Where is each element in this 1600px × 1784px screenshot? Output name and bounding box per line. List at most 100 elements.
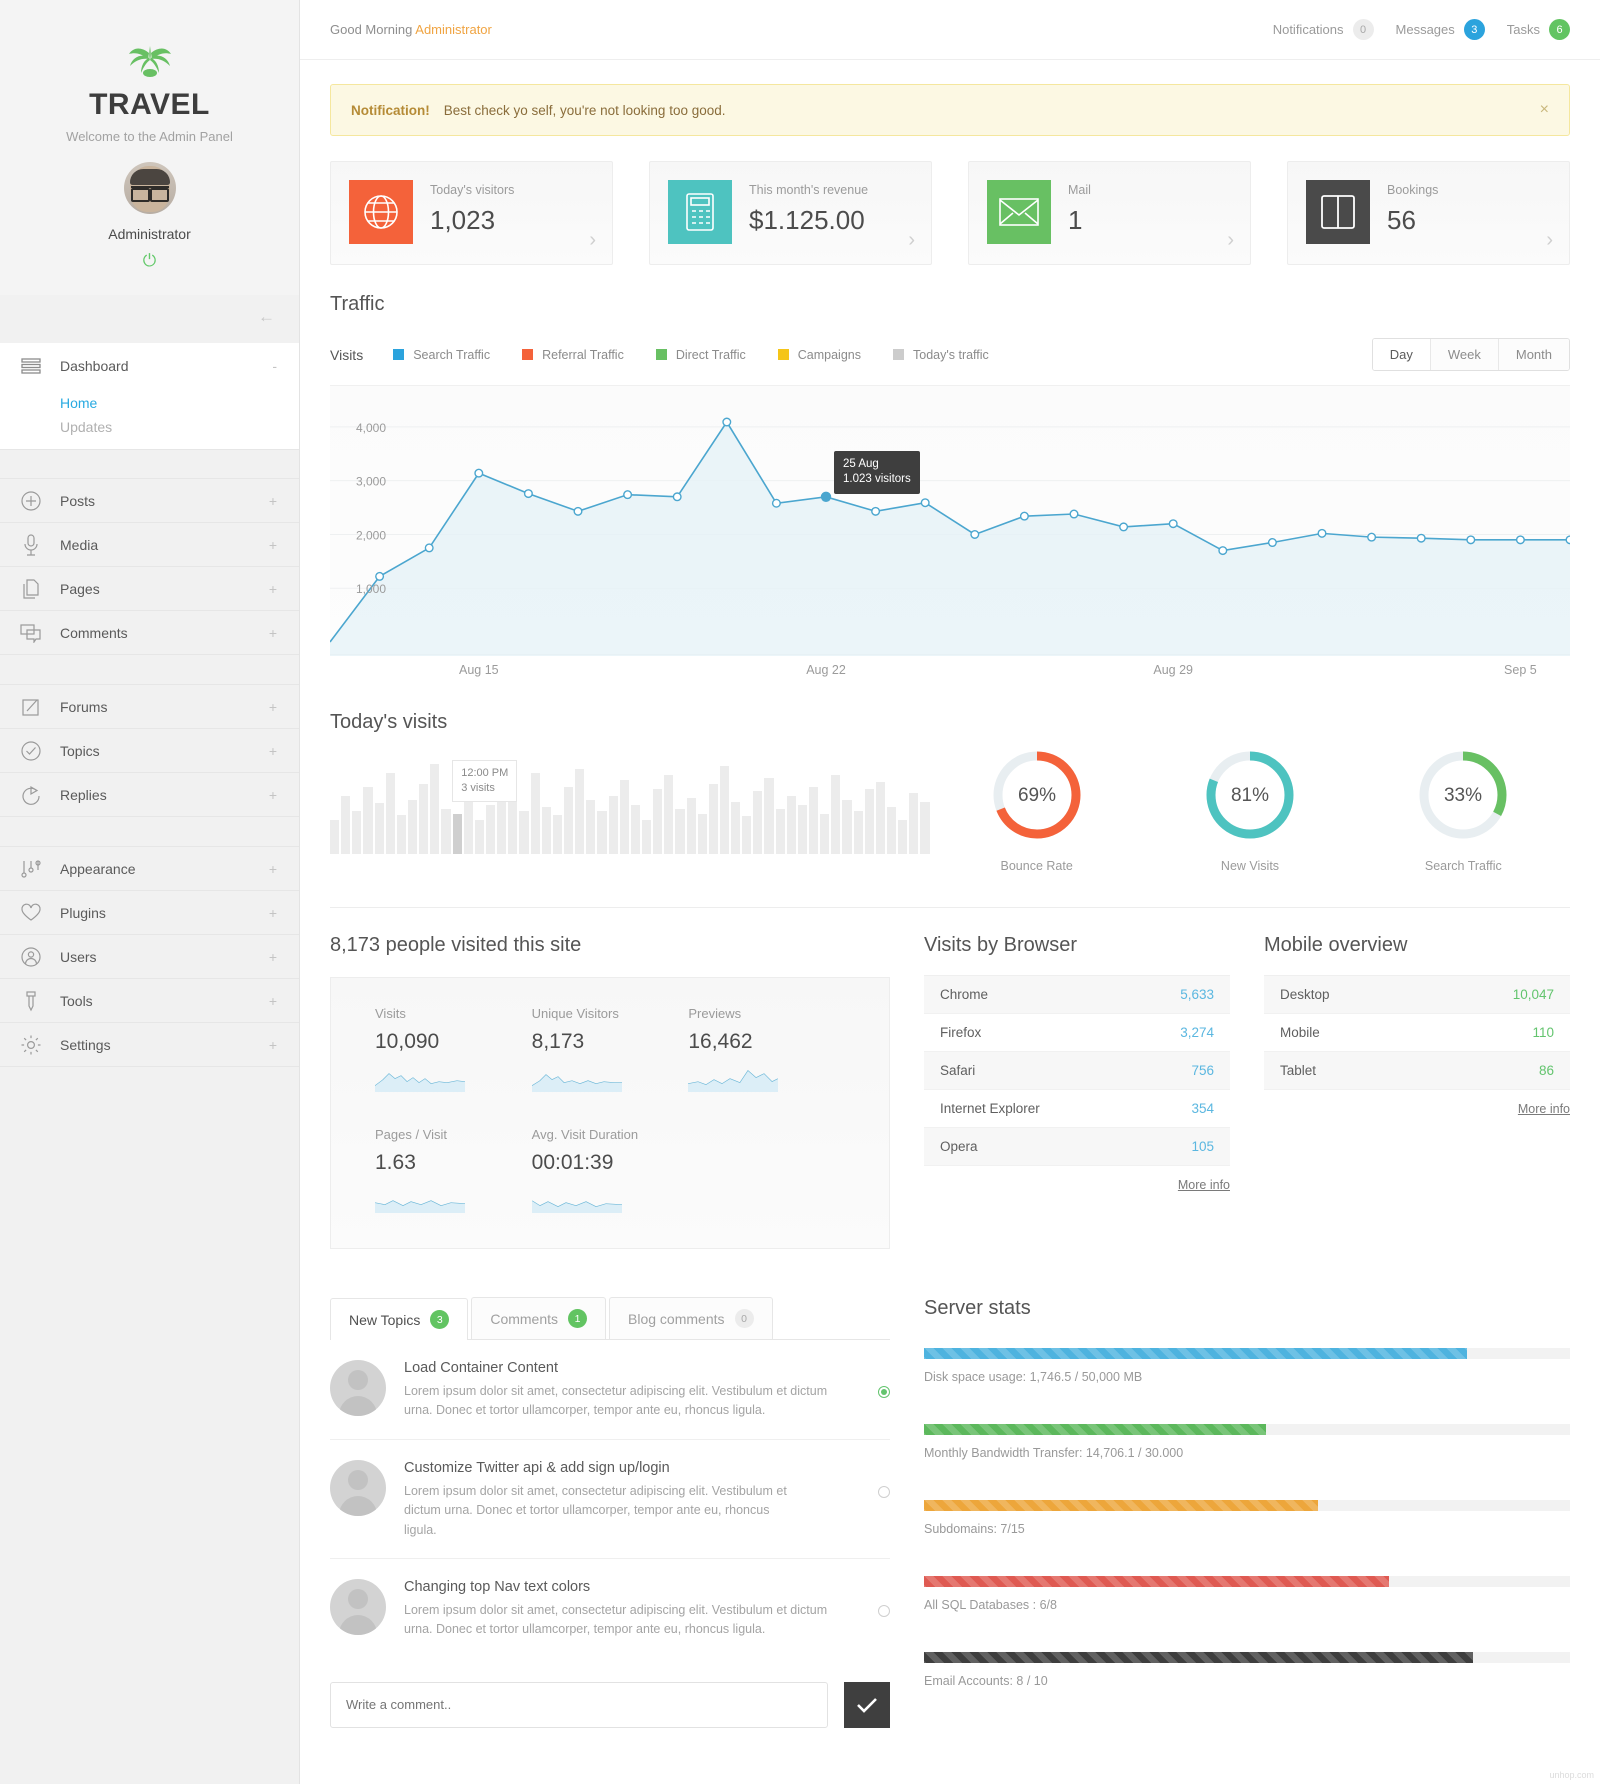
- visit-bar[interactable]: [530, 773, 540, 854]
- sidebar-subitem-home[interactable]: Home: [60, 391, 299, 415]
- visit-bar[interactable]: [619, 779, 629, 854]
- visit-bar[interactable]: [341, 795, 351, 854]
- browsers-more-info-link[interactable]: More info: [924, 1166, 1230, 1192]
- visit-bar[interactable]: [708, 784, 718, 854]
- expand-toggle[interactable]: +: [269, 787, 277, 803]
- expand-toggle[interactable]: +: [269, 537, 277, 553]
- sidebar-item-replies[interactable]: Replies +: [0, 773, 299, 817]
- visit-bar[interactable]: [586, 800, 596, 854]
- list-item[interactable]: Changing top Nav text colors Lorem ipsum…: [330, 1559, 890, 1658]
- tasks-button[interactable]: Tasks 6: [1507, 19, 1570, 40]
- visit-bar[interactable]: [831, 775, 841, 854]
- tab-new-topics[interactable]: New Topics 3: [330, 1298, 469, 1340]
- visit-bar[interactable]: [920, 802, 930, 854]
- visit-bar[interactable]: [898, 820, 908, 854]
- expand-toggle[interactable]: +: [269, 905, 277, 921]
- visit-bar[interactable]: [563, 786, 574, 854]
- sidebar-item-plugins[interactable]: Plugins +: [0, 891, 299, 935]
- expand-toggle[interactable]: +: [269, 993, 277, 1009]
- expand-toggle[interactable]: +: [269, 949, 277, 965]
- notifications-button[interactable]: Notifications 0: [1273, 19, 1374, 40]
- messages-button[interactable]: Messages 3: [1396, 19, 1485, 40]
- visit-bar[interactable]: [519, 811, 529, 854]
- visit-bar[interactable]: [363, 786, 373, 854]
- close-icon[interactable]: ×: [1540, 101, 1549, 119]
- legend-item-campaigns[interactable]: Campaigns: [777, 348, 861, 362]
- visit-bar[interactable]: [664, 775, 674, 854]
- visit-bar[interactable]: [653, 788, 663, 854]
- sidebar-item-appearance[interactable]: Appearance +: [0, 847, 299, 891]
- chevron-right-icon[interactable]: ›: [908, 229, 915, 252]
- list-item[interactable]: Load Container Content Lorem ipsum dolor…: [330, 1340, 890, 1440]
- stat-card-revenue[interactable]: This month's revenue $1.125.00 ›: [649, 161, 932, 265]
- expand-toggle[interactable]: +: [269, 743, 277, 759]
- visit-bar[interactable]: [608, 795, 618, 854]
- table-row[interactable]: Chrome 5,633: [924, 976, 1230, 1014]
- chevron-right-icon[interactable]: ›: [589, 229, 596, 252]
- visit-bar[interactable]: [675, 809, 685, 854]
- visit-bar[interactable]: [887, 806, 897, 854]
- sidebar-item-dashboard[interactable]: Dashboard -: [0, 343, 299, 389]
- table-row[interactable]: Desktop 10,047: [1264, 976, 1570, 1014]
- range-week[interactable]: Week: [1430, 339, 1499, 370]
- expand-toggle[interactable]: +: [269, 625, 277, 641]
- sidebar-item-media[interactable]: Media +: [0, 523, 299, 567]
- legend-item-todays-traffic[interactable]: Today's traffic: [893, 348, 989, 362]
- visit-bar[interactable]: [552, 814, 562, 854]
- sidebar-subitem-updates[interactable]: Updates: [60, 415, 299, 439]
- traffic-chart[interactable]: 1,000 2,000 3,000 4,000 25 Aug 1.023 visito…: [329, 385, 1570, 656]
- expand-toggle[interactable]: +: [269, 699, 277, 715]
- list-item[interactable]: Customize Twitter api & add sign up/logi…: [330, 1440, 890, 1559]
- power-icon[interactable]: ⏻: [0, 252, 299, 269]
- visit-bar[interactable]: [441, 809, 451, 854]
- visit-bar[interactable]: [809, 786, 819, 854]
- collapse-toggle[interactable]: -: [272, 358, 277, 374]
- visit-bar[interactable]: [508, 797, 518, 854]
- visit-bar[interactable]: [719, 766, 730, 854]
- tab-blog-comments[interactable]: Blog comments 0: [609, 1297, 773, 1339]
- sidebar-item-tools[interactable]: Tools +: [0, 979, 299, 1023]
- visit-bar[interactable]: [742, 815, 752, 854]
- table-row[interactable]: Safari 756: [924, 1052, 1230, 1090]
- sidebar-item-forums[interactable]: Forums +: [0, 685, 299, 729]
- visit-bar[interactable]: [407, 800, 418, 854]
- visit-bar[interactable]: [352, 811, 362, 854]
- visit-bar[interactable]: [775, 809, 785, 854]
- visit-bar[interactable]: [630, 804, 640, 854]
- visit-bar[interactable]: [909, 793, 919, 854]
- topic-radio[interactable]: [878, 1386, 890, 1398]
- tab-comments[interactable]: Comments 1: [471, 1297, 607, 1339]
- todays-visits-bar-chart[interactable]: 12:00 PM 3 visits: [330, 760, 930, 854]
- sidebar-item-topics[interactable]: Topics +: [0, 729, 299, 773]
- expand-toggle[interactable]: +: [269, 861, 277, 877]
- expand-toggle[interactable]: +: [269, 1037, 277, 1053]
- expand-toggle[interactable]: +: [269, 493, 277, 509]
- visit-bar[interactable]: [430, 764, 440, 854]
- table-row[interactable]: Opera 105: [924, 1128, 1230, 1166]
- visit-bar[interactable]: [396, 814, 406, 854]
- visit-bar[interactable]: [485, 804, 496, 854]
- visit-bar[interactable]: [731, 802, 741, 854]
- visit-bar[interactable]: [853, 811, 863, 854]
- visit-bar[interactable]: [374, 803, 384, 854]
- sidebar-item-posts[interactable]: Posts +: [0, 479, 299, 523]
- visit-bar[interactable]: [786, 795, 796, 854]
- topic-radio[interactable]: [878, 1604, 890, 1617]
- visit-bar[interactable]: [686, 797, 696, 854]
- visit-bar[interactable]: [864, 788, 874, 854]
- visit-bar[interactable]: [842, 800, 852, 854]
- visit-bar[interactable]: [641, 820, 652, 854]
- stat-card-visitors[interactable]: Today's visitors 1,023 ›: [330, 161, 613, 265]
- visit-bar[interactable]: [875, 782, 886, 854]
- topic-radio[interactable]: [878, 1485, 890, 1498]
- visit-bar[interactable]: [474, 820, 484, 854]
- chevron-right-icon[interactable]: ›: [1546, 229, 1553, 252]
- expand-toggle[interactable]: +: [269, 581, 277, 597]
- legend-item-direct-traffic[interactable]: Direct Traffic: [655, 348, 746, 362]
- sidebar-item-pages[interactable]: Pages +: [0, 567, 299, 611]
- sidebar-collapse-button[interactable]: ←: [0, 295, 299, 343]
- visit-bar[interactable]: [419, 784, 429, 854]
- sidebar-item-settings[interactable]: Settings +: [0, 1023, 299, 1067]
- visit-bar[interactable]: [697, 813, 707, 854]
- range-day[interactable]: Day: [1372, 339, 1431, 370]
